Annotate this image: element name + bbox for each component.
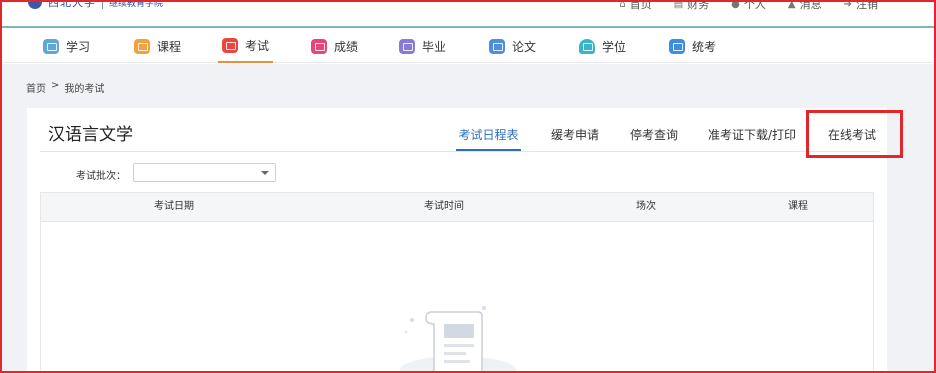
topnav-home[interactable]: ⌂ 首页 (619, 0, 651, 12)
thesis-icon (489, 39, 505, 54)
nav-item-unified-exam[interactable]: 统考 (669, 30, 716, 63)
column-course[interactable]: 课程 (788, 193, 808, 221)
batch-select[interactable] (133, 163, 276, 182)
degree-icon (579, 39, 595, 54)
logout-icon: ➔ (843, 0, 852, 10)
topnav-finance[interactable]: ▤ 财务 (674, 0, 709, 12)
nav-item-thesis[interactable]: 论文 (489, 30, 536, 63)
home-icon: ⌂ (619, 0, 626, 10)
topnav-label: 财务 (687, 0, 710, 11)
top-nav: ⌂ 首页 ▤ 财务 ● 个人 ▲ 消息 ➔ 注销 (619, 0, 878, 12)
breadcrumb-separator: > (51, 80, 60, 91)
user-icon: ● (731, 0, 740, 10)
finance-icon: ▤ (673, 0, 684, 10)
column-exam-time[interactable]: 考试时间 (424, 193, 464, 221)
topnav-logout[interactable]: ➔ 注销 (844, 0, 878, 12)
course-icon (134, 39, 150, 54)
column-session[interactable]: 场次 (636, 193, 656, 221)
tab-suspension-query[interactable]: 停考查询 (630, 124, 678, 151)
chevron-down-icon (261, 171, 269, 175)
table-header: 考试日期 考试时间 场次 课程 (40, 192, 874, 222)
unified-exam-icon (669, 39, 685, 54)
logo-name: 西北大学 (48, 0, 96, 9)
logo-subtitle: 继续教育学院 (109, 0, 164, 9)
nav-label: 学习 (66, 40, 91, 54)
nav-label: 论文 (512, 40, 537, 54)
topnav-label: 注销 (856, 0, 878, 11)
nav-label: 学位 (602, 40, 627, 54)
nav-label: 考试 (245, 39, 270, 53)
graduation-icon (399, 39, 415, 54)
tab-deferral-application[interactable]: 缓考申请 (551, 124, 599, 151)
exam-icon (222, 38, 238, 53)
nav-item-degree[interactable]: 学位 (579, 30, 626, 63)
nav-label: 统考 (692, 40, 717, 54)
university-seal-icon (28, 0, 42, 9)
nav-item-exam[interactable]: 考试 (218, 30, 274, 63)
tab-exam-schedule[interactable]: 考试日程表 (456, 124, 521, 151)
topnav-label: 消息 (799, 0, 822, 11)
tabs-divider (40, 151, 880, 152)
tab-admission-ticket[interactable]: 准考证下载/打印 (708, 124, 796, 151)
topnav-label: 首页 (629, 0, 652, 11)
nav-item-study[interactable]: 学习 (43, 30, 90, 63)
empty-document-icon (400, 306, 516, 373)
breadcrumb-home[interactable]: 首页 (26, 80, 46, 95)
nav-item-grade[interactable]: 成绩 (311, 30, 358, 63)
topnav-profile[interactable]: ● 个人 (731, 0, 766, 12)
bell-icon: ▲ (787, 0, 796, 10)
nav-item-course[interactable]: 课程 (134, 30, 181, 63)
topnav-messages[interactable]: ▲ 消息 (788, 0, 822, 12)
topnav-label: 个人 (743, 0, 766, 11)
annotation-highlight-box (806, 110, 903, 158)
main-nav: 学习 课程 考试 成绩 毕业 论文 学位 统考 (2, 30, 934, 63)
nav-label: 成绩 (334, 40, 359, 54)
study-icon (43, 39, 59, 54)
nav-label: 课程 (157, 40, 182, 54)
grade-icon (311, 39, 327, 54)
batch-filter-label: 考试批次： (76, 171, 126, 182)
breadcrumb-current: 我的考试 (64, 84, 105, 95)
exam-tabs: 考试日程表 缓考申请 停考查询 准考证下载/打印 在线考试 (0, 124, 936, 152)
logo-divider (102, 0, 103, 9)
top-bar: 西北大学 继续教育学院 ⌂ 首页 ▤ 财务 ● 个人 ▲ 消息 ➔ 注销 (2, 0, 934, 28)
nav-label: 毕业 (422, 40, 447, 54)
breadcrumb: 首页 > 我的考试 (26, 80, 104, 95)
university-logo[interactable]: 西北大学 继续教育学院 (28, 0, 163, 10)
nav-item-graduation[interactable]: 毕业 (399, 30, 446, 63)
column-exam-date[interactable]: 考试日期 (154, 193, 194, 221)
